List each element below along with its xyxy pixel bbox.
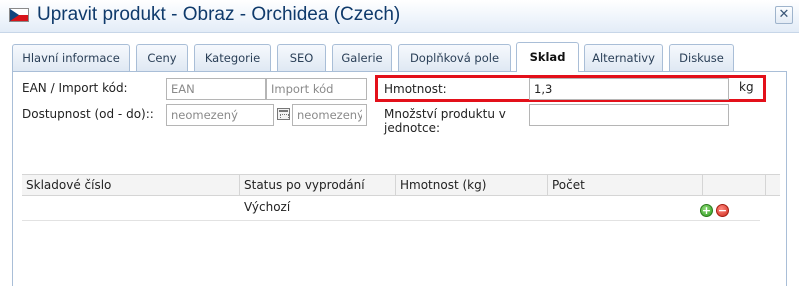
czech-flag-icon [9,8,29,22]
weight-unit: kg [739,80,754,94]
column-header-count: Počet [548,175,703,195]
status-cell: Výchozí [244,200,291,214]
calendar-icon[interactable] [277,108,290,120]
column-header-weight: Hmotnost (kg) [396,175,548,195]
availability-to-input[interactable] [292,104,367,126]
stock-table-header: Skladové číslo Status po vyprodání Hmotn… [22,174,780,196]
quantity-label-line2: jednotce: [384,121,441,135]
ean-import-label: EAN / Import kód: [22,81,128,95]
column-header-sku: Skladové číslo [22,175,240,195]
close-button[interactable]: ✕ [775,6,793,24]
add-row-button[interactable]: + [700,204,713,217]
tab-diskuse[interactable]: Diskuse [669,44,734,71]
remove-row-button[interactable]: − [716,204,729,217]
column-header-actions [703,175,766,195]
tab-bar: Hlavní informace Ceny Kategorie SEO Gale… [12,42,787,72]
table-row: Výchozí [22,196,760,221]
window-titlebar: Upravit produkt - Obraz - Orchidea (Czec… [0,0,799,33]
tab-seo[interactable]: SEO [277,44,326,71]
tab-sklad[interactable]: Sklad [516,42,579,72]
availability-label: Dostupnost (od - do):: [22,107,154,121]
weight-input[interactable] [529,78,729,100]
quantity-label-line1: Množství produktu v [384,107,506,121]
tab-galerie[interactable]: Galerie [332,44,392,71]
tab-doplnkova-pole[interactable]: Doplňková pole [398,44,511,71]
ean-input[interactable] [166,78,266,100]
import-code-input[interactable] [266,78,367,100]
weight-label: Hmotnost: [384,82,447,96]
availability-from-input[interactable] [166,104,274,126]
window-title: Upravit produkt - Obraz - Orchidea (Czec… [37,4,401,25]
column-header-status: Status po vyprodání [240,175,396,195]
tab-hlavni-informace[interactable]: Hlavní informace [12,44,130,71]
tab-alternativy[interactable]: Alternativy [584,44,663,71]
tab-ceny[interactable]: Ceny [136,44,188,71]
tab-kategorie[interactable]: Kategorie [194,44,271,71]
quantity-input[interactable] [529,104,729,126]
